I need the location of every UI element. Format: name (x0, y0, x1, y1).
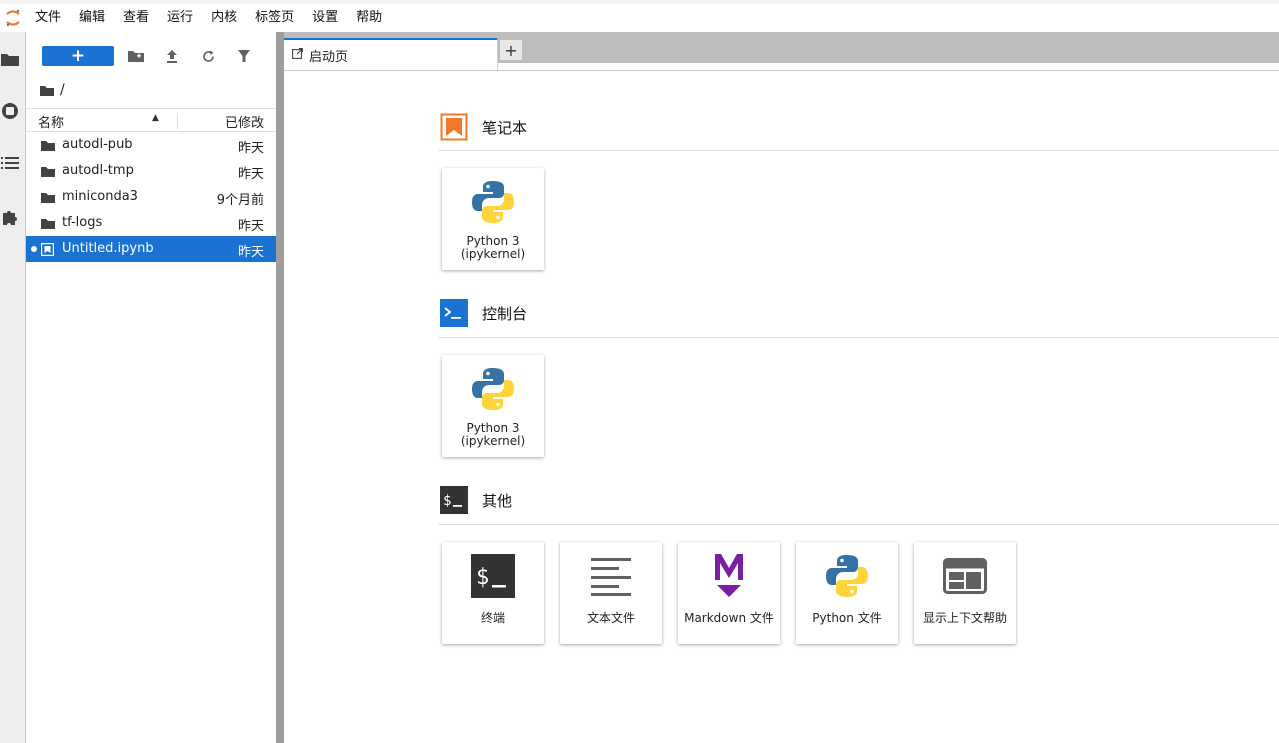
folder-icon (41, 216, 55, 230)
file-name: tf-logs (62, 215, 103, 230)
menu-help[interactable]: 帮助 (347, 4, 391, 32)
python-logo-icon (442, 365, 544, 413)
menu-kernel[interactable]: 内核 (202, 4, 246, 32)
contextual-help-icon (914, 552, 1016, 600)
python-logo-icon (796, 552, 898, 600)
file-modified: 9个月前 (216, 193, 264, 208)
file-modified: 昨天 (237, 141, 264, 156)
svg-text:$: $ (443, 493, 451, 509)
file-row-autodl-pub[interactable]: autodl-pub 昨天 (26, 132, 276, 158)
folder-icon (41, 164, 55, 178)
section-console-header: 控制台 (440, 299, 527, 327)
card-python-file[interactable]: Python 文件 (796, 542, 898, 644)
card-label: Python 文件 (812, 611, 882, 625)
plus-icon: + (70, 46, 86, 66)
new-launcher-button[interactable]: + (42, 46, 114, 66)
file-row-miniconda3[interactable]: miniconda3 9个月前 (26, 184, 276, 210)
folder-icon (40, 85, 54, 96)
add-tab-button[interactable]: + (499, 39, 523, 61)
python-logo-icon (442, 178, 544, 226)
menu-view[interactable]: 查看 (114, 4, 158, 32)
running-indicator-dot (31, 246, 37, 252)
card-notebook-python3[interactable]: Python 3 (ipykernel) (442, 168, 544, 270)
file-browser-toolbar: + (26, 42, 276, 70)
card-label: 终端 (480, 611, 505, 625)
section-title: 其他 (482, 491, 513, 510)
toc-icon[interactable] (0, 148, 26, 178)
svg-text:$: $ (476, 565, 489, 590)
terminal-icon: $ (442, 552, 544, 600)
column-divider[interactable] (177, 113, 178, 129)
menu-run[interactable]: 运行 (158, 4, 202, 32)
left-sidebar (0, 32, 26, 743)
file-modified: 昨天 (237, 245, 264, 260)
file-modified: 昨天 (237, 219, 264, 234)
card-sublabel: (ipykernel) (460, 247, 526, 261)
file-row-untitled-ipynb[interactable]: Untitled.ipynb 昨天 (26, 236, 276, 262)
column-modified-header[interactable]: 已修改 (225, 112, 264, 131)
folder-icon (41, 138, 55, 152)
launcher-tab-icon (292, 47, 303, 63)
card-markdown-file[interactable]: Markdown 文件 (678, 542, 780, 644)
breadcrumb-root[interactable]: / (60, 82, 65, 98)
tab-label: 启动页 (309, 49, 349, 65)
file-name: miniconda3 (62, 189, 138, 204)
menu-edit[interactable]: 编辑 (70, 4, 114, 32)
text-file-icon (560, 552, 662, 600)
file-browser: + / 名称 ▲ 已修改 autodl-pub 昨天 autodl-tmp 昨天 (26, 32, 276, 743)
menu-settings[interactable]: 设置 (303, 4, 347, 32)
file-row-tf-logs[interactable]: tf-logs 昨天 (26, 210, 276, 236)
sort-ascending-icon: ▲ (152, 113, 159, 123)
folder-icon (41, 190, 55, 204)
card-sublabel: (ipykernel) (460, 434, 526, 448)
card-label: 显示上下文帮助 (922, 611, 1007, 625)
section-title: 笔记本 (482, 118, 528, 137)
section-title: 控制台 (482, 304, 528, 323)
filter-icon[interactable] (234, 46, 254, 66)
other-section-icon: $ (440, 486, 468, 514)
markdown-icon (678, 552, 780, 600)
menu-tabs[interactable]: 标签页 (246, 4, 303, 32)
refresh-icon[interactable] (198, 46, 218, 66)
tab-bar: 启动页 + (284, 32, 1279, 71)
card-label: 文本文件 (586, 611, 635, 625)
menu-bar: 文件 编辑 查看 运行 内核 标签页 设置 帮助 (0, 0, 1279, 32)
jupyter-logo-icon (0, 4, 26, 32)
card-label: Markdown 文件 (684, 611, 774, 625)
file-name: Untitled.ipynb (62, 241, 154, 256)
folder-icon[interactable] (0, 44, 26, 74)
file-row-autodl-tmp[interactable]: autodl-tmp 昨天 (26, 158, 276, 184)
card-terminal[interactable]: $ 终端 (442, 542, 544, 644)
file-modified: 昨天 (237, 167, 264, 182)
column-name-header[interactable]: 名称 (38, 112, 64, 131)
upload-icon[interactable] (162, 46, 182, 66)
new-folder-icon[interactable] (126, 46, 146, 66)
section-other-header: $ 其他 (440, 486, 512, 514)
panel-splitter[interactable] (276, 32, 284, 743)
section-notebook-header: 笔记本 (440, 113, 527, 141)
console-section-icon (440, 299, 468, 327)
card-text-file[interactable]: 文本文件 (560, 542, 662, 644)
breadcrumb[interactable]: / (40, 80, 65, 100)
section-divider (438, 524, 1279, 525)
section-divider (438, 337, 1279, 338)
menu-file[interactable]: 文件 (26, 4, 70, 32)
launcher-panel: 笔记本 Python 3 (ipykernel) 控制台 Python 3 (i… (284, 71, 1279, 743)
card-console-python3[interactable]: Python 3 (ipykernel) (442, 355, 544, 457)
running-icon[interactable] (0, 96, 26, 126)
section-divider (438, 150, 1279, 151)
file-name: autodl-pub (62, 137, 133, 152)
card-contextual-help[interactable]: 显示上下文帮助 (914, 542, 1016, 644)
extension-icon[interactable] (0, 202, 26, 232)
notebook-section-icon (440, 113, 468, 141)
file-list-header: 名称 ▲ 已修改 (26, 108, 276, 132)
file-name: autodl-tmp (62, 163, 134, 178)
notebook-icon (41, 242, 55, 256)
tab-launcher[interactable]: 启动页 (284, 38, 498, 70)
